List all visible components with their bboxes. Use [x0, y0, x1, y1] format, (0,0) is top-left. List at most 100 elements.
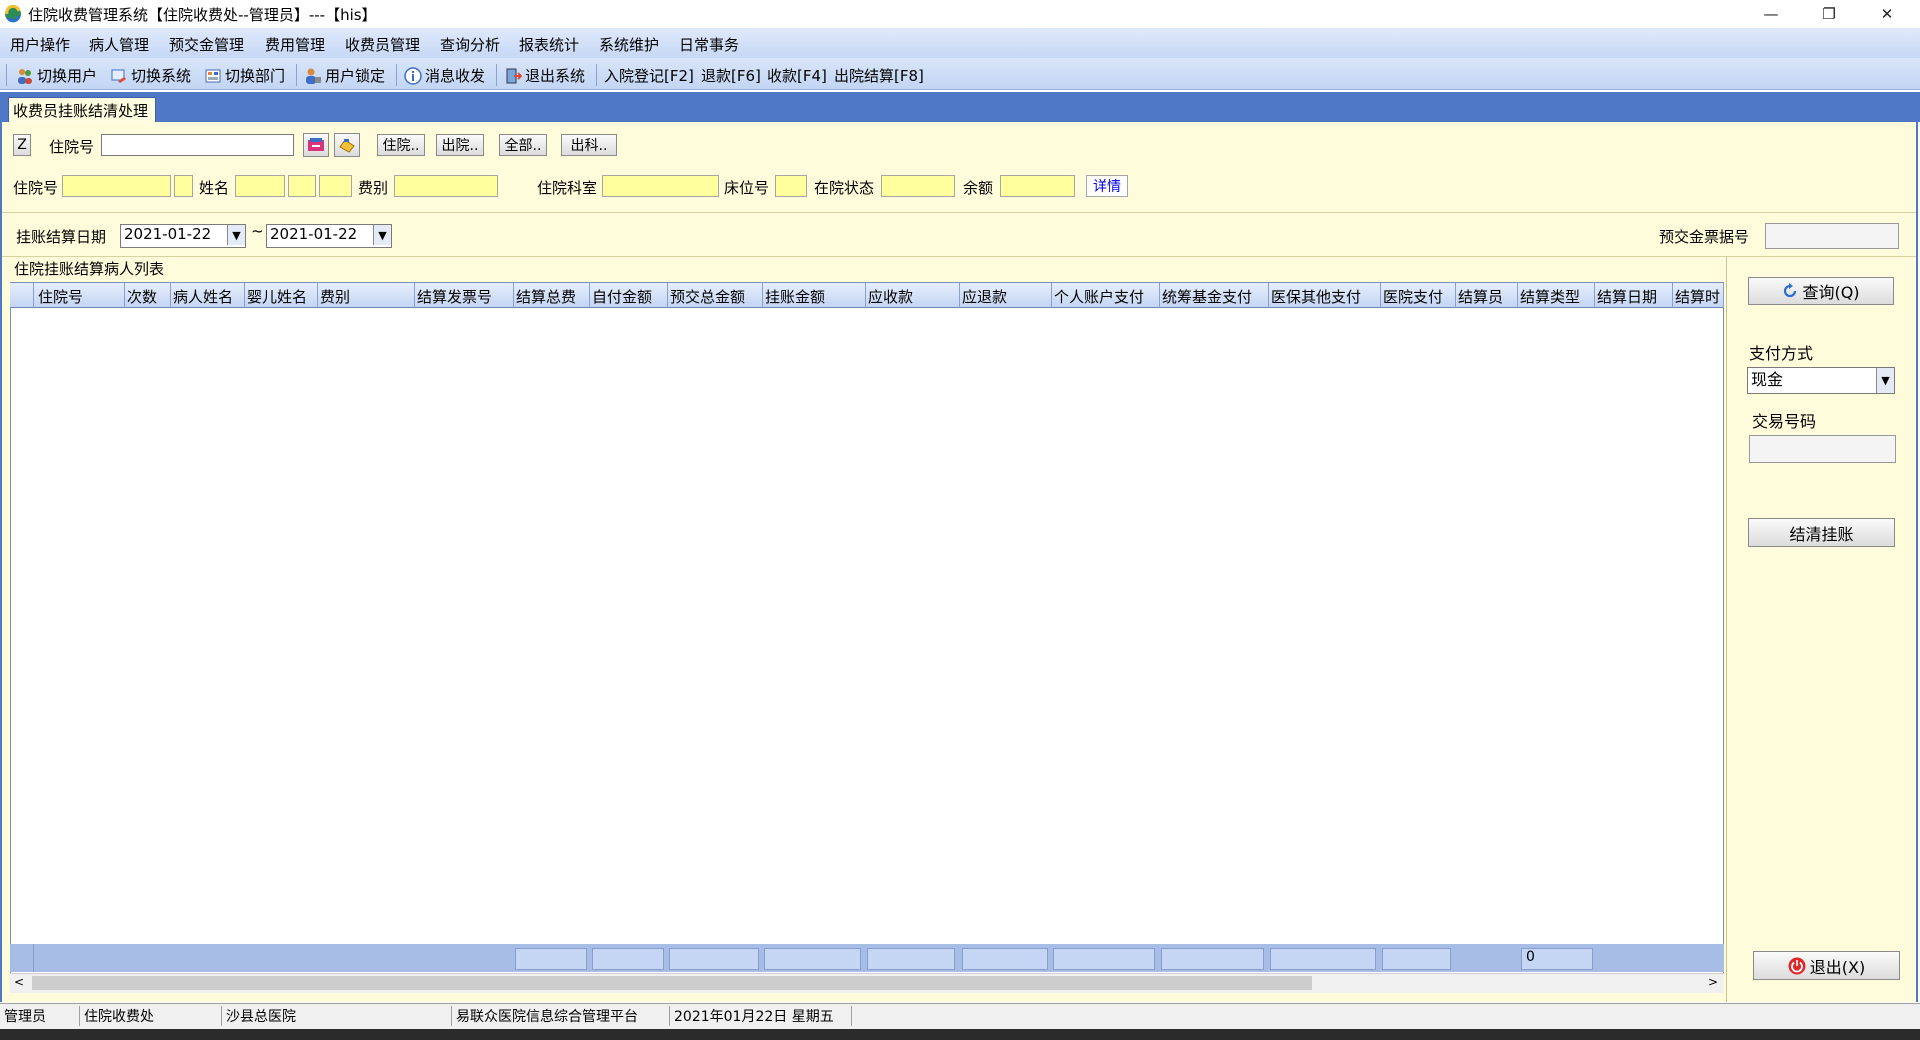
scroll-right-icon[interactable]: >: [1708, 975, 1718, 989]
chevron-down-icon[interactable]: ▼: [227, 225, 245, 245]
card-reader-button[interactable]: [303, 133, 329, 157]
date-to-picker[interactable]: 2021-01-22 ▼: [266, 224, 392, 248]
menu-cashier[interactable]: 收费员管理: [345, 34, 420, 55]
patient-inpatient-field[interactable]: [62, 175, 171, 197]
user-lock-button[interactable]: 用户锁定: [304, 65, 385, 86]
patient-dept-field[interactable]: [602, 175, 719, 197]
search-inpatient-input[interactable]: [101, 134, 294, 156]
detail-link[interactable]: 详情: [1086, 175, 1128, 197]
discharged-button[interactable]: 出院..: [436, 134, 484, 156]
grid-column-header[interactable]: 挂账金额: [765, 286, 864, 307]
chevron-down-icon[interactable]: ▼: [1876, 368, 1894, 393]
transaction-no-input[interactable]: [1749, 435, 1896, 463]
grid-column-header[interactable]: 自付金额: [592, 286, 666, 307]
collect-button[interactable]: 收款[F4]: [767, 65, 827, 86]
grid-column-header[interactable]: 预交总金额: [670, 286, 761, 307]
grid-column-divider[interactable]: [1455, 283, 1456, 308]
menu-patient[interactable]: 病人管理: [89, 34, 149, 55]
scrollbar-thumb[interactable]: [32, 976, 1312, 990]
grid-column-header[interactable]: 次数: [127, 286, 169, 307]
read-card-button[interactable]: [334, 133, 360, 157]
switch-dept-button[interactable]: 切换部门: [204, 65, 285, 86]
grid-column-header[interactable]: 医保其他支付: [1271, 286, 1379, 307]
grid-column-divider[interactable]: [1380, 283, 1381, 308]
grid-column-divider[interactable]: [513, 283, 514, 308]
restore-button[interactable]: ❐: [1800, 0, 1858, 28]
grid-column-header[interactable]: 婴儿姓名: [247, 286, 316, 307]
patient-name-field[interactable]: [235, 175, 285, 197]
settle-button[interactable]: 结清挂账: [1748, 518, 1895, 547]
patient-times-field[interactable]: [174, 175, 193, 197]
discharge-button[interactable]: 出院结算[F8]: [834, 65, 924, 86]
app-logo-icon: [5, 5, 21, 23]
grid-column-divider[interactable]: [414, 283, 415, 308]
grid-column-header[interactable]: 结算员: [1458, 286, 1516, 307]
switch-user-button[interactable]: 切换用户: [16, 65, 97, 86]
patient-status-field[interactable]: [881, 175, 955, 197]
exit-system-button[interactable]: 退出系统: [504, 65, 585, 86]
date-from-picker[interactable]: 2021-01-22 ▼: [120, 224, 246, 248]
switch-system-button[interactable]: 切换系统: [110, 65, 191, 86]
grid-column-header[interactable]: 结算时: [1675, 286, 1722, 307]
grid-column-header[interactable]: 医院支付: [1383, 286, 1454, 307]
grid-column-header[interactable]: 结算类型: [1520, 286, 1593, 307]
admission-button[interactable]: 入院登记[F2]: [604, 65, 694, 86]
grid-column-header[interactable]: 个人账户支付: [1054, 286, 1158, 307]
patient-age-field[interactable]: [319, 175, 352, 197]
close-button[interactable]: ✕: [1858, 0, 1916, 28]
grid-column-header[interactable]: 病人姓名: [173, 286, 243, 307]
menu-reports[interactable]: 报表统计: [519, 34, 579, 55]
patient-bed-field[interactable]: [775, 175, 807, 197]
menu-query[interactable]: 查询分析: [440, 34, 500, 55]
minimize-button[interactable]: —: [1742, 0, 1800, 28]
grid-column-divider[interactable]: [170, 283, 171, 308]
grid-column-divider[interactable]: [762, 283, 763, 308]
message-button[interactable]: 消息收发: [404, 65, 485, 86]
menu-user-ops[interactable]: 用户操作: [10, 34, 70, 55]
grid-column-header[interactable]: 应退款: [962, 286, 1050, 307]
tab-settlement[interactable]: 收费员挂账结清处理: [8, 97, 156, 122]
grid-column-header[interactable]: 应收款: [868, 286, 958, 307]
refund-button[interactable]: 退款[F6]: [701, 65, 761, 86]
grid-column-header[interactable]: 费别: [320, 286, 413, 307]
grid-column-header[interactable]: 统筹基金支付: [1162, 286, 1267, 307]
grid-column-header[interactable]: 住院号: [38, 286, 123, 307]
grid-column-divider[interactable]: [959, 283, 960, 308]
grid-column-header[interactable]: 结算发票号: [417, 286, 512, 307]
menu-deposit[interactable]: 预交金管理: [169, 34, 244, 55]
grid-column-header[interactable]: 结算日期: [1597, 286, 1671, 307]
patient-grid[interactable]: [10, 282, 1724, 977]
query-button[interactable]: 查询(Q): [1748, 277, 1894, 305]
grid-column-divider[interactable]: [589, 283, 590, 308]
scroll-left-icon[interactable]: <: [14, 975, 24, 989]
patient-sex-field[interactable]: [288, 175, 316, 197]
menu-daily[interactable]: 日常事务: [679, 34, 739, 55]
grid-column-divider[interactable]: [317, 283, 318, 308]
all-button[interactable]: 全部..: [499, 134, 547, 156]
grid-column-divider[interactable]: [244, 283, 245, 308]
exit-button[interactable]: 退出(X): [1753, 951, 1900, 980]
grid-column-divider[interactable]: [1268, 283, 1269, 308]
left-dept-button[interactable]: 出科..: [561, 134, 617, 156]
menu-system[interactable]: 系统维护: [599, 34, 659, 55]
grid-column-header[interactable]: 结算总费: [516, 286, 588, 307]
chevron-down-icon[interactable]: ▼: [373, 225, 391, 245]
z-button[interactable]: Z: [13, 134, 31, 156]
patient-dept-label: 住院科室: [537, 179, 598, 197]
grid-column-divider[interactable]: [1159, 283, 1160, 308]
grid-column-divider[interactable]: [124, 283, 125, 308]
grid-column-divider[interactable]: [667, 283, 668, 308]
grid-column-divider[interactable]: [1594, 283, 1595, 308]
patient-fee-type-field[interactable]: [394, 175, 498, 197]
grid-column-divider[interactable]: [1517, 283, 1518, 308]
menu-fees[interactable]: 费用管理: [265, 34, 325, 55]
payment-method-select[interactable]: 现金 ▼: [1747, 367, 1895, 394]
patient-balance-field[interactable]: [1000, 175, 1075, 197]
grid-column-divider[interactable]: [1672, 283, 1673, 308]
department-icon: [205, 69, 221, 82]
receipt-no-input[interactable]: [1765, 223, 1899, 249]
grid-column-divider[interactable]: [1051, 283, 1052, 308]
grid-column-divider[interactable]: [1723, 283, 1724, 308]
in-hospital-button[interactable]: 住院..: [377, 134, 425, 156]
grid-column-divider[interactable]: [865, 283, 866, 308]
